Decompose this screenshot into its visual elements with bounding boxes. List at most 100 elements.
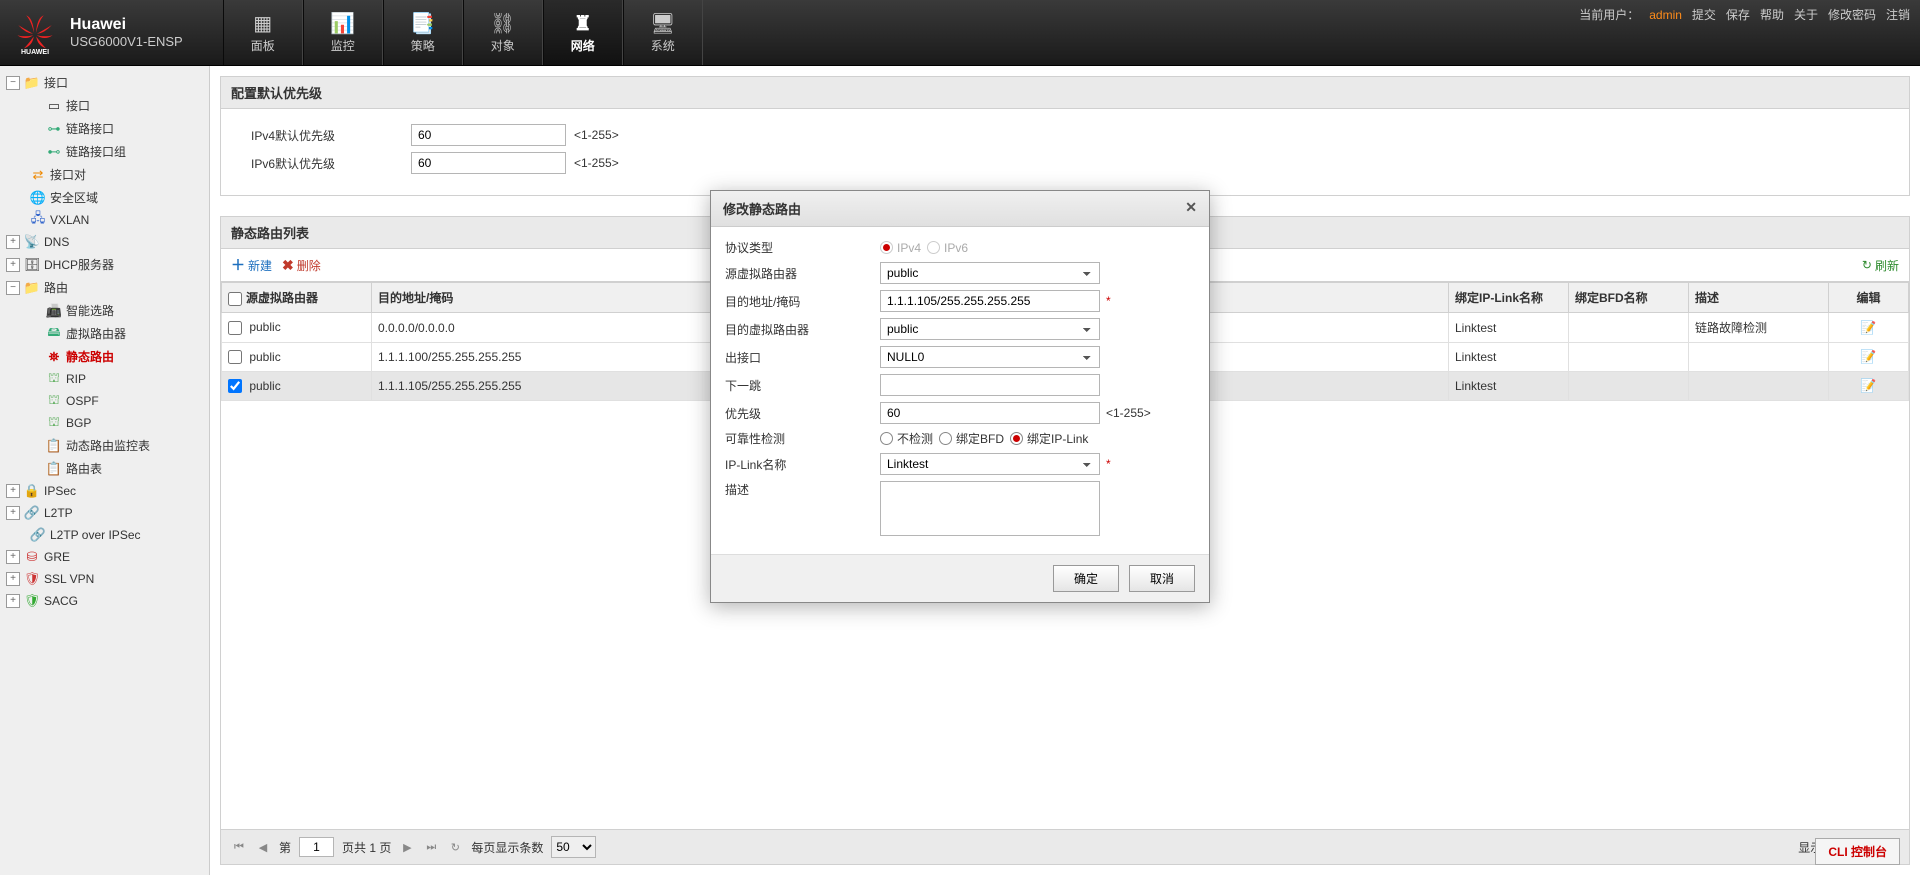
sidebar-dynmon[interactable]: 📋动态路由监控表 [0, 434, 209, 457]
nav-monitor[interactable]: 📊监控 [303, 0, 383, 65]
system-icon: 🖥 [651, 11, 675, 35]
expand-icon[interactable]: + [6, 506, 20, 520]
expand-icon[interactable]: + [6, 594, 20, 608]
link-logout[interactable]: 注销 [1886, 6, 1910, 23]
desc-textarea[interactable] [880, 481, 1100, 536]
sidebar-sacg[interactable]: +🛡SACG [0, 590, 209, 612]
radio-none[interactable]: 不检测 [880, 430, 933, 447]
radio-bfd[interactable]: 绑定BFD [939, 430, 1004, 447]
sidebar-interface[interactable]: ▭接口 [0, 94, 209, 117]
network-icon: ♜ [571, 11, 595, 35]
refresh-button[interactable]: ↻刷新 [1862, 255, 1899, 275]
pager-size-select[interactable]: 50 [551, 836, 596, 858]
current-user: admin [1649, 8, 1682, 22]
ipv4-priority-input[interactable] [411, 124, 566, 146]
sidebar-ipsec[interactable]: +🔒IPSec [0, 480, 209, 502]
ipv6-priority-input[interactable] [411, 152, 566, 174]
sacg-icon: 🛡 [24, 593, 40, 609]
pager-refresh[interactable]: ↻ [447, 839, 463, 855]
link-about[interactable]: 关于 [1794, 6, 1818, 23]
refresh-icon: ↻ [1862, 258, 1872, 272]
edit-icon[interactable]: 📝 [1860, 349, 1876, 364]
link-changepw[interactable]: 修改密码 [1828, 6, 1876, 23]
col-iplink: 绑定IP-Link名称 [1449, 283, 1569, 313]
priority-input[interactable] [880, 402, 1100, 424]
pager: ⏮ ◀ 第 页共 1 页 ▶ ⏭ ↻ 每页显示条数 50 显示 1 - 3，共 … [220, 830, 1910, 865]
nav-object[interactable]: ⛓对象 [463, 0, 543, 65]
bgp-icon: ⛫ [46, 415, 62, 431]
sidebar-vxlan[interactable]: 🖧VXLAN [0, 209, 209, 231]
row-checkbox[interactable] [228, 350, 242, 364]
protocol-label: 协议类型 [725, 239, 880, 256]
routetable-icon: 📋 [46, 461, 62, 477]
radio-icon [939, 432, 952, 445]
link-icon: ⊶ [46, 121, 62, 137]
sidebar-linkif[interactable]: ⊶链路接口 [0, 117, 209, 140]
iplink-select[interactable]: Linktest [880, 453, 1100, 475]
sidebar-sslvpn[interactable]: +🛡SSL VPN [0, 568, 209, 590]
sidebar-rip[interactable]: ⛫RIP [0, 368, 209, 390]
modal-close-button[interactable]: ✕ [1185, 199, 1197, 218]
sidebar-l2tp[interactable]: +🔗L2TP [0, 502, 209, 524]
row-checkbox[interactable] [228, 321, 242, 335]
src-vr-select[interactable]: public [880, 262, 1100, 284]
dynmon-icon: 📋 [46, 438, 62, 454]
sidebar-ifpair[interactable]: ⇄接口对 [0, 163, 209, 186]
pager-prev[interactable]: ◀ [255, 839, 271, 855]
sidebar-l2tpipsec[interactable]: 🔗L2TP over IPSec [0, 524, 209, 546]
interface-icon: ▭ [46, 98, 62, 114]
nexthop-input[interactable] [880, 374, 1100, 396]
sidebar-route[interactable]: −📁路由 [0, 276, 209, 299]
collapse-icon[interactable]: − [6, 76, 20, 90]
nav-policy[interactable]: 📑策略 [383, 0, 463, 65]
radio-iplink[interactable]: 绑定IP-Link [1010, 430, 1088, 447]
link-commit[interactable]: 提交 [1692, 6, 1716, 23]
pager-last[interactable]: ⏭ [423, 839, 439, 855]
sidebar-dhcp[interactable]: +🗄DHCP服务器 [0, 253, 209, 276]
nav-network[interactable]: ♜网络 [543, 0, 623, 65]
nav-system[interactable]: 🖥系统 [623, 0, 703, 65]
add-button[interactable]: ＋新建 [231, 255, 272, 275]
sidebar-seczone[interactable]: 🌐安全区域 [0, 186, 209, 209]
pager-page-input[interactable] [299, 837, 334, 857]
gre-icon: ⛁ [24, 549, 40, 565]
expand-icon[interactable]: + [6, 572, 20, 586]
edit-icon[interactable]: 📝 [1860, 320, 1876, 335]
nav-dashboard[interactable]: ▦面板 [223, 0, 303, 65]
expand-icon[interactable]: + [6, 550, 20, 564]
select-all-checkbox[interactable] [228, 292, 242, 306]
cancel-button[interactable]: 取消 [1129, 565, 1195, 592]
cli-console-button[interactable]: CLI 控制台 [1815, 838, 1900, 865]
sslvpn-icon: 🛡 [24, 571, 40, 587]
sidebar-gre[interactable]: +⛁GRE [0, 546, 209, 568]
edit-icon[interactable]: 📝 [1860, 378, 1876, 393]
expand-icon[interactable]: + [6, 484, 20, 498]
sidebar-routetable[interactable]: 📋路由表 [0, 457, 209, 480]
expand-icon[interactable]: + [6, 258, 20, 272]
top-nav: ▦面板 📊监控 📑策略 ⛓对象 ♜网络 🖥系统 [223, 0, 703, 65]
brand-model: USG6000V1-ENSP [70, 34, 183, 49]
sidebar-dns[interactable]: +📡DNS [0, 231, 209, 253]
outif-select[interactable]: NULL0 [880, 346, 1100, 368]
sidebar-interface-group[interactable]: −📁接口 [0, 71, 209, 94]
link-help[interactable]: 帮助 [1760, 6, 1784, 23]
expand-icon[interactable]: + [6, 235, 20, 249]
ok-button[interactable]: 确定 [1053, 565, 1119, 592]
sidebar-staticroute[interactable]: ⛯静态路由 [0, 345, 209, 368]
sidebar-smartroute[interactable]: 📠智能选路 [0, 299, 209, 322]
link-save[interactable]: 保存 [1726, 6, 1750, 23]
dst-vr-select[interactable]: public [880, 318, 1100, 340]
radio-ipv4[interactable]: IPv4 [880, 241, 921, 255]
row-checkbox[interactable] [228, 379, 242, 393]
radio-ipv6[interactable]: IPv6 [927, 241, 968, 255]
sidebar-ospf[interactable]: ⛫OSPF [0, 390, 209, 412]
sidebar-linkifgrp[interactable]: ⊷链路接口组 [0, 140, 209, 163]
sidebar-vrouter[interactable]: 🖴虚拟路由器 [0, 322, 209, 345]
pager-first[interactable]: ⏮ [231, 839, 247, 855]
col-edit: 编辑 [1829, 283, 1909, 313]
collapse-icon[interactable]: − [6, 281, 20, 295]
pager-next[interactable]: ▶ [399, 839, 415, 855]
dest-input[interactable] [880, 290, 1100, 312]
sidebar-bgp[interactable]: ⛫BGP [0, 412, 209, 434]
delete-button[interactable]: ✖删除 [282, 255, 321, 275]
